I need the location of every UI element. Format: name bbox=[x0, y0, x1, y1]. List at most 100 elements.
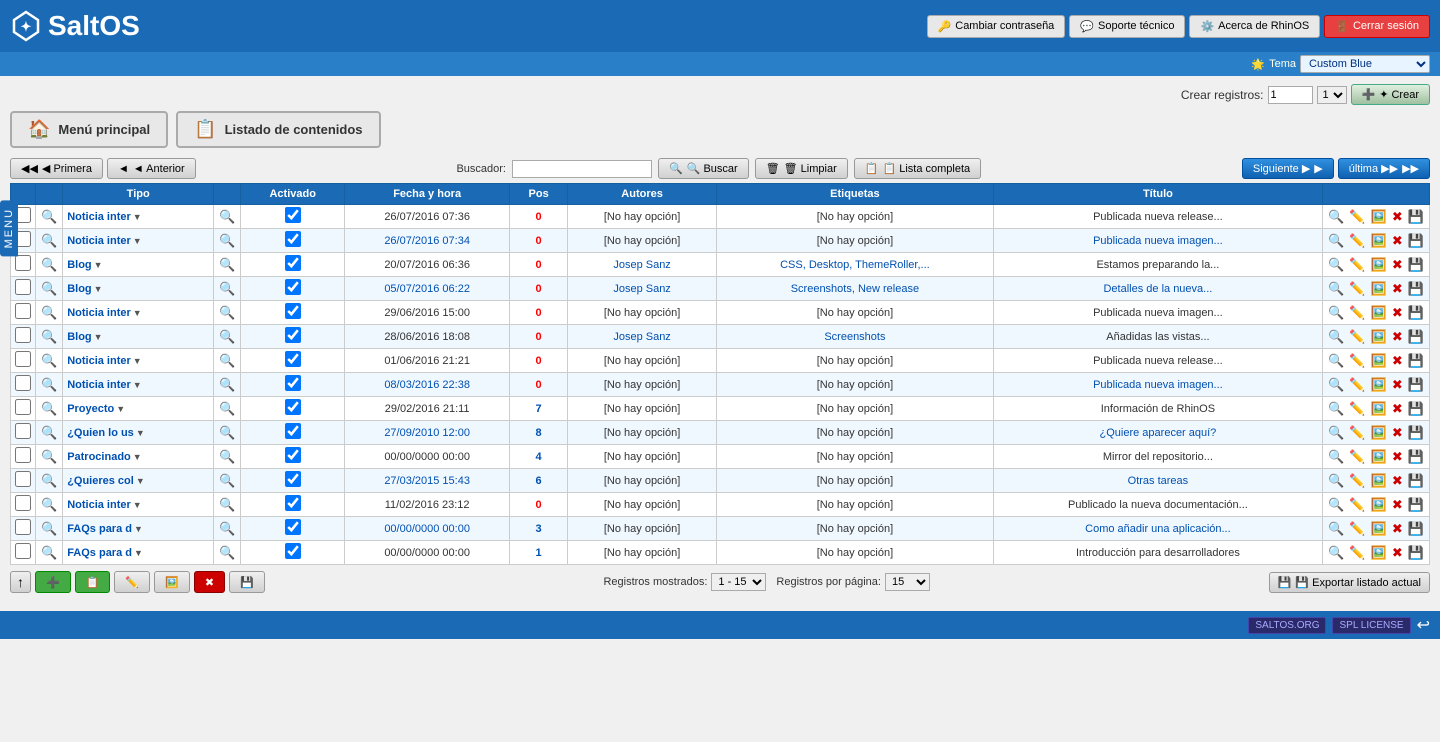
row-search2-button[interactable]: 🔍 bbox=[218, 256, 236, 274]
row-view-button[interactable]: 🔍 bbox=[1327, 232, 1345, 250]
row-view-button[interactable]: 🔍 bbox=[1327, 520, 1345, 538]
row-search2-button[interactable]: 🔍 bbox=[218, 352, 236, 370]
row-search2-button[interactable]: 🔍 bbox=[218, 280, 236, 298]
row-img-button[interactable]: 🖼️ bbox=[1370, 400, 1388, 418]
row-edit-button[interactable]: ✏️ bbox=[1348, 496, 1366, 514]
row-search-button[interactable]: 🔍 bbox=[40, 520, 58, 538]
row-search2-button[interactable]: 🔍 bbox=[218, 400, 236, 418]
row-edit-button[interactable]: ✏️ bbox=[1348, 520, 1366, 538]
row-search-button[interactable]: 🔍 bbox=[40, 496, 58, 514]
row-search-button[interactable]: 🔍 bbox=[40, 352, 58, 370]
row-img-button[interactable]: 🖼️ bbox=[1370, 256, 1388, 274]
dropdown-arrow[interactable]: ▼ bbox=[94, 332, 103, 342]
row-search2-button[interactable]: 🔍 bbox=[218, 472, 236, 490]
row-edit-button[interactable]: ✏️ bbox=[1348, 208, 1366, 226]
create-count-input[interactable] bbox=[1268, 86, 1313, 104]
row-checkbox[interactable] bbox=[15, 351, 31, 367]
bottom-del-button[interactable]: ✖ bbox=[194, 571, 225, 593]
dropdown-arrow[interactable]: ▼ bbox=[133, 212, 142, 222]
dropdown-arrow[interactable]: ▼ bbox=[133, 236, 142, 246]
row-edit-button[interactable]: ✏️ bbox=[1348, 424, 1366, 442]
row-search-button[interactable]: 🔍 bbox=[40, 400, 58, 418]
row-activado-checkbox[interactable] bbox=[285, 351, 301, 367]
row-edit-button[interactable]: ✏️ bbox=[1348, 352, 1366, 370]
row-save-button[interactable]: 💾 bbox=[1407, 424, 1425, 442]
side-menu-indicator[interactable]: MENU bbox=[0, 200, 18, 256]
row-img-button[interactable]: 🖼️ bbox=[1370, 280, 1388, 298]
row-img-button[interactable]: 🖼️ bbox=[1370, 496, 1388, 514]
row-search2-button[interactable]: 🔍 bbox=[218, 208, 236, 226]
row-save-button[interactable]: 💾 bbox=[1407, 520, 1425, 538]
row-activado-checkbox[interactable] bbox=[285, 519, 301, 535]
row-activado-checkbox[interactable] bbox=[285, 207, 301, 223]
row-search2-button[interactable]: 🔍 bbox=[218, 496, 236, 514]
row-search2-button[interactable]: 🔍 bbox=[218, 232, 236, 250]
bottom-img-button[interactable]: 🖼️ bbox=[154, 571, 190, 593]
row-activado-checkbox[interactable] bbox=[285, 423, 301, 439]
row-view-button[interactable]: 🔍 bbox=[1327, 544, 1345, 562]
dropdown-arrow[interactable]: ▼ bbox=[136, 476, 145, 486]
lista-completa-button[interactable]: 📋 📋 Lista completa bbox=[854, 158, 981, 179]
row-search2-button[interactable]: 🔍 bbox=[218, 448, 236, 466]
row-view-button[interactable]: 🔍 bbox=[1327, 496, 1345, 514]
row-delete-button[interactable]: ✖ bbox=[1391, 472, 1404, 490]
row-delete-button[interactable]: ✖ bbox=[1391, 424, 1404, 442]
row-checkbox[interactable] bbox=[15, 423, 31, 439]
footer-home-icon[interactable]: ↩ bbox=[1417, 615, 1430, 635]
row-view-button[interactable]: 🔍 bbox=[1327, 280, 1345, 298]
row-checkbox[interactable] bbox=[15, 375, 31, 391]
row-edit-button[interactable]: ✏️ bbox=[1348, 256, 1366, 274]
row-checkbox[interactable] bbox=[15, 495, 31, 511]
row-search-button[interactable]: 🔍 bbox=[40, 304, 58, 322]
row-delete-button[interactable]: ✖ bbox=[1391, 352, 1404, 370]
primera-button[interactable]: ◀◀ ◀ Primera bbox=[10, 158, 103, 179]
row-checkbox[interactable] bbox=[15, 471, 31, 487]
row-edit-button[interactable]: ✏️ bbox=[1348, 304, 1366, 322]
row-save-button[interactable]: 💾 bbox=[1407, 352, 1425, 370]
row-delete-button[interactable]: ✖ bbox=[1391, 448, 1404, 466]
cerrar-sesion-button[interactable]: 🚪 Cerrar sesión bbox=[1324, 15, 1430, 38]
row-edit-button[interactable]: ✏️ bbox=[1348, 472, 1366, 490]
row-view-button[interactable]: 🔍 bbox=[1327, 448, 1345, 466]
row-delete-button[interactable]: ✖ bbox=[1391, 232, 1404, 250]
row-img-button[interactable]: 🖼️ bbox=[1370, 232, 1388, 250]
bottom-copy-button[interactable]: 📋 bbox=[75, 571, 111, 593]
row-search-button[interactable]: 🔍 bbox=[40, 424, 58, 442]
dropdown-arrow[interactable]: ▼ bbox=[133, 308, 142, 318]
row-delete-button[interactable]: ✖ bbox=[1391, 520, 1404, 538]
search-input[interactable] bbox=[512, 160, 652, 178]
row-save-button[interactable]: 💾 bbox=[1407, 544, 1425, 562]
cambiar-password-button[interactable]: 🔑 Cambiar contraseña bbox=[927, 15, 1066, 38]
dropdown-arrow[interactable]: ▼ bbox=[136, 428, 145, 438]
bottom-save-button[interactable]: 💾 bbox=[229, 571, 265, 593]
buscar-button[interactable]: 🔍 🔍 Buscar bbox=[658, 158, 749, 179]
row-activado-checkbox[interactable] bbox=[285, 447, 301, 463]
dropdown-arrow[interactable]: ▼ bbox=[134, 524, 143, 534]
row-view-button[interactable]: 🔍 bbox=[1327, 304, 1345, 322]
dropdown-arrow[interactable]: ▼ bbox=[133, 356, 142, 366]
bottom-edit-button[interactable]: ✏️ bbox=[114, 571, 150, 593]
row-save-button[interactable]: 💾 bbox=[1407, 496, 1425, 514]
row-search2-button[interactable]: 🔍 bbox=[218, 328, 236, 346]
row-activado-checkbox[interactable] bbox=[285, 327, 301, 343]
row-checkbox[interactable] bbox=[15, 519, 31, 535]
row-save-button[interactable]: 💾 bbox=[1407, 400, 1425, 418]
row-save-button[interactable]: 💾 bbox=[1407, 256, 1425, 274]
row-activado-checkbox[interactable] bbox=[285, 543, 301, 559]
row-activado-checkbox[interactable] bbox=[285, 399, 301, 415]
row-img-button[interactable]: 🖼️ bbox=[1370, 448, 1388, 466]
row-view-button[interactable]: 🔍 bbox=[1327, 352, 1345, 370]
row-search-button[interactable]: 🔍 bbox=[40, 448, 58, 466]
row-delete-button[interactable]: ✖ bbox=[1391, 544, 1404, 562]
acerca-de-button[interactable]: ⚙️ Acerca de RhinOS bbox=[1189, 15, 1320, 38]
row-save-button[interactable]: 💾 bbox=[1407, 232, 1425, 250]
row-search-button[interactable]: 🔍 bbox=[40, 208, 58, 226]
row-checkbox[interactable] bbox=[15, 447, 31, 463]
row-activado-checkbox[interactable] bbox=[285, 231, 301, 247]
bottom-up-button[interactable]: ↑ bbox=[10, 571, 31, 593]
row-activado-checkbox[interactable] bbox=[285, 279, 301, 295]
row-img-button[interactable]: 🖼️ bbox=[1370, 376, 1388, 394]
row-activado-checkbox[interactable] bbox=[285, 255, 301, 271]
row-view-button[interactable]: 🔍 bbox=[1327, 208, 1345, 226]
dropdown-arrow[interactable]: ▼ bbox=[133, 452, 142, 462]
